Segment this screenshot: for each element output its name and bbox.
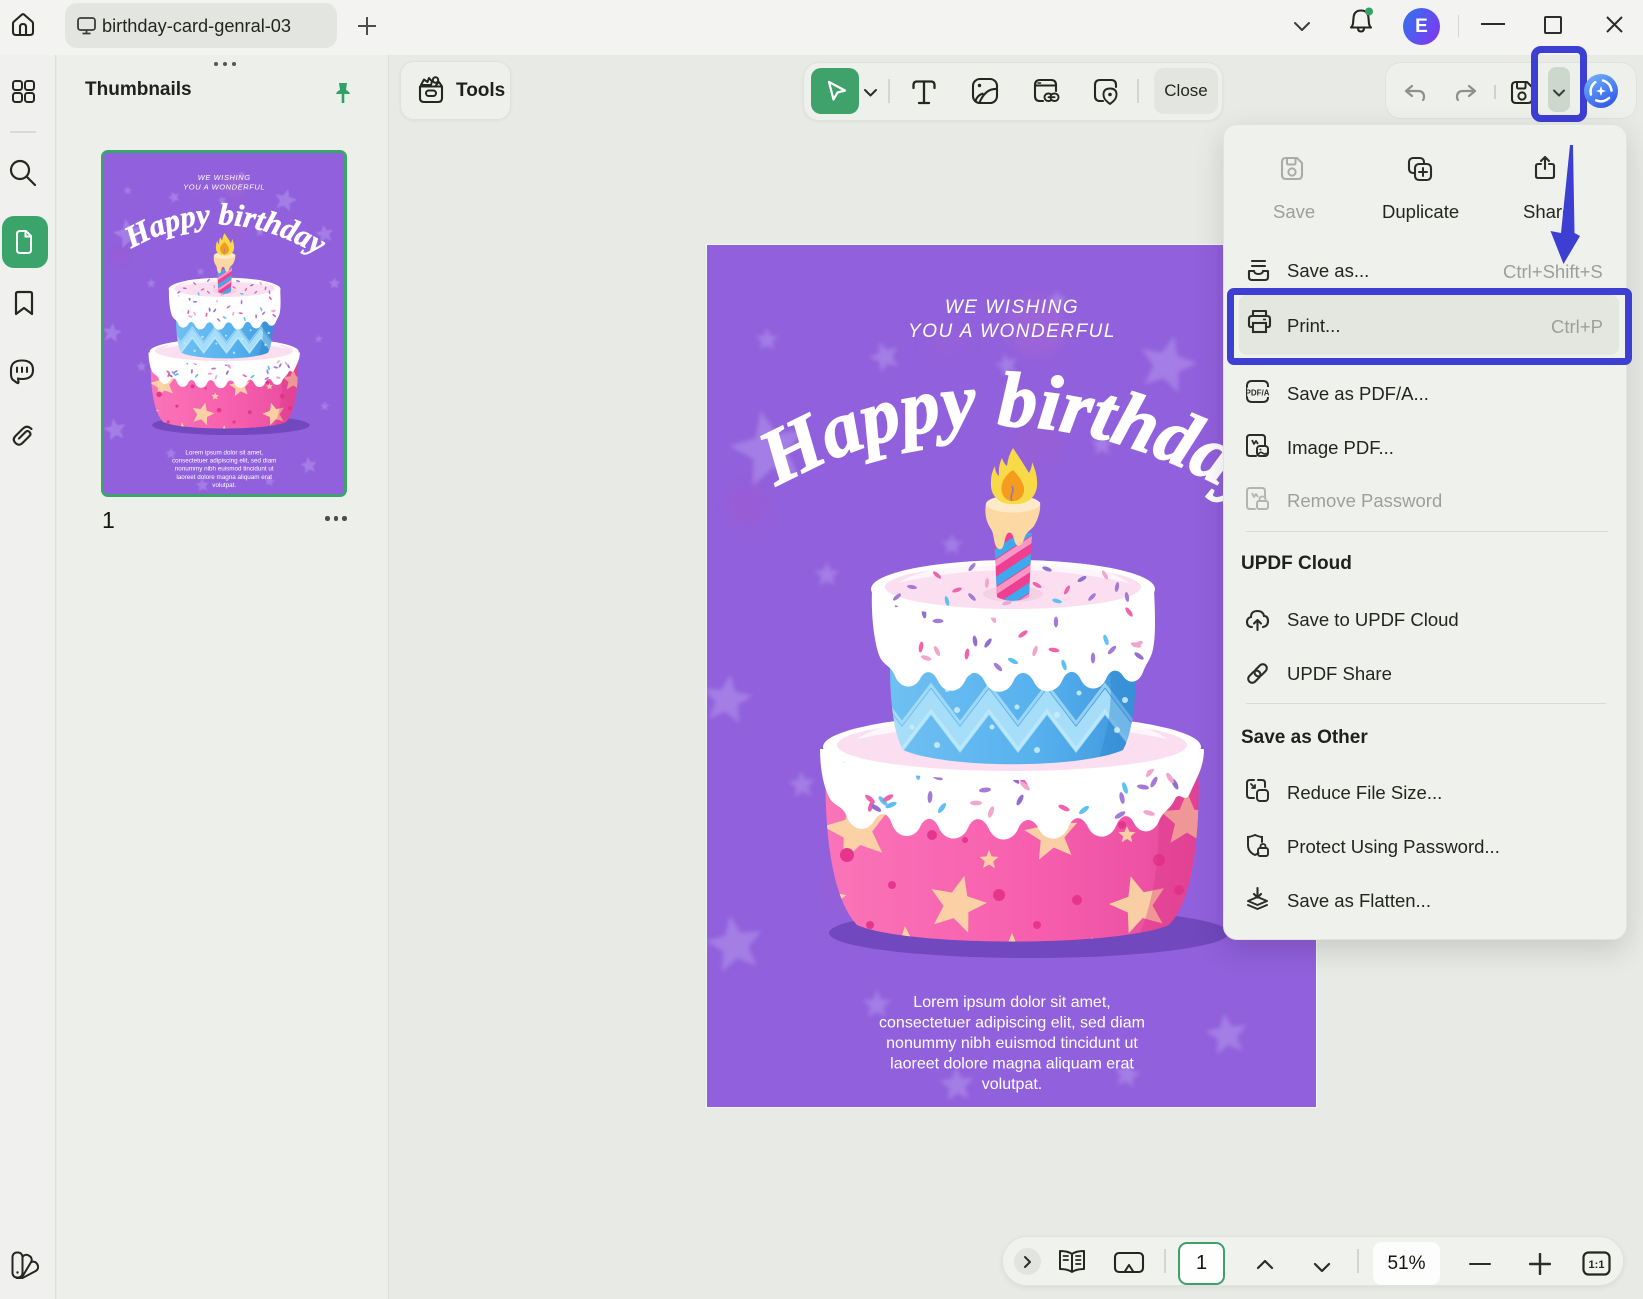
svg-text:1:1: 1:1 bbox=[1589, 1259, 1605, 1271]
svg-text:PDF/A: PDF/A bbox=[1246, 389, 1270, 398]
